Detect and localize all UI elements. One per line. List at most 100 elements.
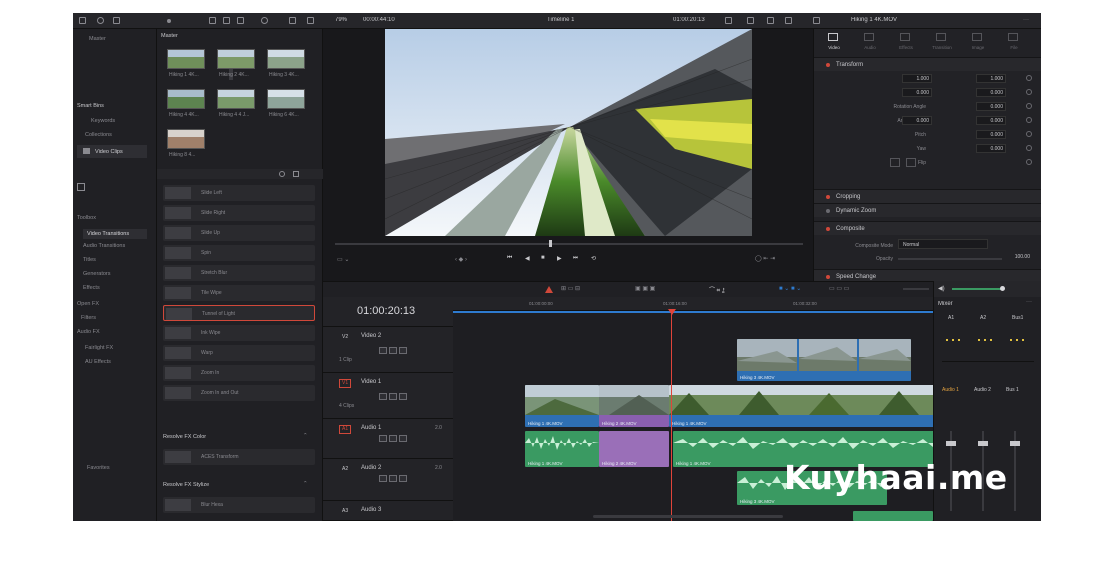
filter-icon[interactable]: [293, 171, 299, 177]
inspector-tab-video[interactable]: Video: [822, 45, 846, 50]
effects-tree-item[interactable]: AU Effects: [85, 359, 111, 365]
reset-icon[interactable]: [1026, 117, 1032, 123]
clip-a1-hiking2[interactable]: Hiking 2 4K.MOV: [599, 431, 669, 467]
inspector-x-value[interactable]: 0.000: [902, 88, 932, 97]
track-badge[interactable]: A3: [339, 507, 351, 516]
clip-thumbnail[interactable]: [217, 49, 255, 69]
fullscreen-icon[interactable]: [747, 17, 754, 24]
master-volume-slider[interactable]: [952, 288, 1002, 290]
track-mute-icon[interactable]: [399, 435, 407, 442]
timeline-scrollbar[interactable]: [593, 515, 783, 518]
inspector-tab-icon[interactable]: [972, 33, 982, 41]
inspector-x-value[interactable]: 1.000: [902, 74, 932, 83]
dynamic-zoom-section[interactable]: Dynamic Zoom: [814, 203, 1041, 217]
viewer-zoom[interactable]: 79%: [335, 17, 347, 23]
collapse-icon[interactable]: ⌃: [303, 433, 308, 439]
more-options-icon[interactable]: ···: [1023, 17, 1029, 23]
enable-dot-icon[interactable]: [826, 209, 830, 213]
collapse-icon[interactable]: ⌃: [303, 481, 308, 487]
track-mute-icon[interactable]: [399, 475, 407, 482]
loop-button[interactable]: ⟲: [591, 255, 596, 262]
effect-item[interactable]: Slide Left: [163, 185, 315, 201]
inspector-tab-icon[interactable]: [1008, 33, 1018, 41]
play-button[interactable]: ▶: [557, 255, 562, 262]
track-header-v1[interactable]: V1 Video 1 4 Clips: [323, 373, 453, 419]
resolve-fx-stylize-group[interactable]: Resolve FX Stylize ⌃: [157, 479, 317, 491]
inspector-tab-icon[interactable]: [828, 33, 838, 41]
clip-thumbnail[interactable]: [167, 49, 205, 69]
effect-item[interactable]: Zoom In: [163, 365, 315, 381]
flag-icon[interactable]: ■ ⌄ ■ ⌄: [779, 285, 801, 292]
inspector-toggle-icon[interactable]: [813, 17, 820, 24]
effect-item[interactable]: Zoom In and Out: [163, 385, 315, 401]
inspector-y-value[interactable]: 0.000: [976, 130, 1006, 139]
timeline-ruler[interactable]: 01:00:00:00 01:00:16:00 01:00:32:00: [453, 297, 933, 311]
clip-thumbnail[interactable]: [167, 89, 205, 109]
inspector-y-value[interactable]: 0.000: [976, 102, 1006, 111]
effect-item[interactable]: Slide Right: [163, 205, 315, 221]
stop-button[interactable]: ■: [541, 255, 545, 261]
master-volume-handle[interactable]: [1000, 286, 1005, 291]
zoom-tools-icon[interactable]: ▭ ▭ ▭: [829, 285, 849, 292]
dot-icon[interactable]: [167, 19, 171, 23]
match-frame-icon[interactable]: ◯ ⇤ ⇥: [755, 255, 775, 262]
inspector-y-value[interactable]: 0.000: [976, 88, 1006, 97]
selection-tool-icon[interactable]: [545, 286, 553, 293]
viewer-options-icon[interactable]: ▭ ⌄: [337, 256, 349, 263]
composite-mode-dropdown[interactable]: Normal: [898, 239, 988, 249]
reset-icon[interactable]: [1026, 131, 1032, 137]
track-auto-icon[interactable]: [389, 475, 397, 482]
track-badge[interactable]: V1: [339, 379, 352, 388]
reset-icon[interactable]: [1026, 89, 1032, 95]
inspector-tab-image[interactable]: Image: [966, 45, 990, 50]
list-view-icon[interactable]: [209, 17, 216, 24]
clip-thumbnail[interactable]: [267, 49, 305, 69]
clip-v1-hiking1-b[interactable]: Hiking 1 4K.MOV: [669, 385, 941, 427]
viewer-mode-icon[interactable]: [725, 17, 732, 24]
clip-a1-hiking1[interactable]: Hiking 1 4K.MOV: [525, 431, 599, 467]
viewer-scrubber[interactable]: [335, 243, 803, 245]
clip-v1-hiking1[interactable]: Hiking 1 4K.MOV: [525, 385, 599, 427]
effect-item[interactable]: Spin: [163, 245, 315, 261]
effects-tree-item[interactable]: Effects: [83, 285, 100, 291]
fader-knob[interactable]: [946, 441, 956, 446]
master-bin[interactable]: Master: [89, 36, 106, 42]
inspector-tab-file[interactable]: File: [1002, 45, 1026, 50]
inspector-y-value[interactable]: 0.000: [976, 116, 1006, 125]
opacity-value[interactable]: 100.00: [1000, 252, 1030, 262]
track-auto-icon[interactable]: [389, 347, 397, 354]
track-badge[interactable]: A2: [339, 465, 351, 474]
track-lock-icon[interactable]: [379, 393, 387, 400]
track-header-a3[interactable]: A3 Audio 3: [323, 501, 453, 521]
effects-tree-item[interactable]: Titles: [83, 257, 96, 263]
track-header-v2[interactable]: V2 Video 2 1 Clip: [323, 327, 453, 373]
inspector-tab-transition[interactable]: Transition: [930, 45, 954, 50]
search-icon[interactable]: [261, 17, 268, 24]
enable-dot-icon[interactable]: [826, 63, 830, 67]
enable-dot-icon[interactable]: [826, 227, 830, 231]
playhead-handle[interactable]: [668, 309, 676, 315]
fader-knob[interactable]: [1010, 441, 1020, 446]
sort-icon[interactable]: [289, 17, 296, 24]
effect-item-blur-hexa[interactable]: Blur Hexa: [163, 497, 315, 513]
track-badge[interactable]: A1: [339, 425, 352, 434]
effects-tree-item[interactable]: Generators: [83, 271, 111, 277]
media-pool-icon[interactable]: [97, 17, 104, 24]
play-reverse-button[interactable]: ◀: [525, 255, 530, 262]
clip-thumbnail[interactable]: [267, 89, 305, 109]
cropping-section[interactable]: Cropping: [814, 189, 1041, 203]
track-lock-icon[interactable]: [379, 347, 387, 354]
snapping-icon[interactable]: ⌒ ⌗ ⚷: [709, 285, 725, 295]
effect-item[interactable]: Ink Wipe: [163, 325, 315, 341]
clip-v1-hiking2[interactable]: Hiking 2 4K.MOV: [599, 385, 669, 427]
inspector-tab-icon[interactable]: [864, 33, 874, 41]
inspector-tab-icon[interactable]: [900, 33, 910, 41]
clip-a3-partial[interactable]: [853, 511, 933, 521]
track-auto-icon[interactable]: [389, 435, 397, 442]
track-header-a1[interactable]: A1 Audio 1 2.0: [323, 419, 453, 459]
effects-tree-item[interactable]: Audio FX: [77, 329, 100, 335]
insert-tools-icon[interactable]: ▣ ▣ ▣: [635, 285, 655, 292]
opacity-slider[interactable]: [898, 258, 1002, 260]
jog-icon[interactable]: ‹ ◆ ›: [455, 256, 467, 263]
effects-tree-item[interactable]: Filters: [81, 315, 96, 321]
